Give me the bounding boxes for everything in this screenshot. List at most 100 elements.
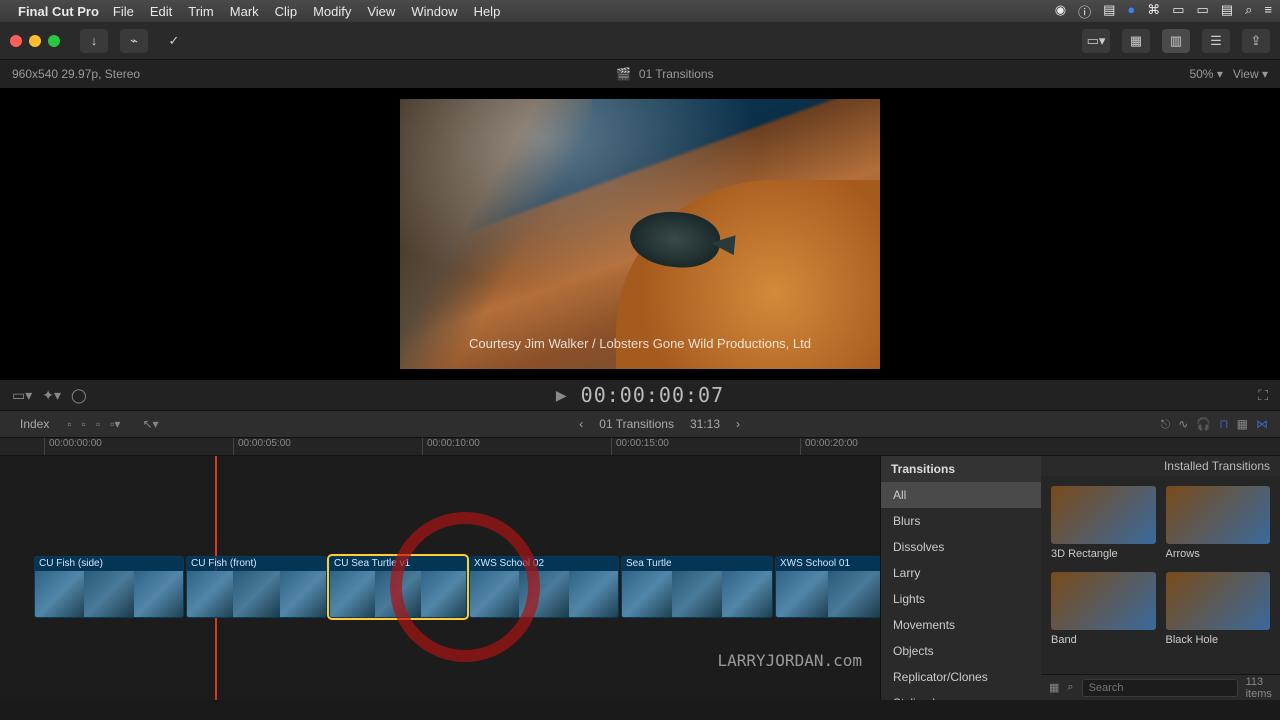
menu-mark[interactable]: Mark: [230, 4, 259, 19]
status-icon[interactable]: ▭: [1172, 2, 1184, 21]
transition-category[interactable]: All: [881, 482, 1041, 508]
transition-label: Arrows: [1166, 548, 1271, 560]
search-icon: ⌕: [1067, 681, 1073, 694]
share-button[interactable]: ⇪: [1242, 29, 1270, 53]
status-icon[interactable]: ⓘ: [1078, 2, 1091, 21]
next-edit-button[interactable]: ›: [736, 417, 740, 431]
status-icon[interactable]: ▤: [1221, 2, 1233, 21]
prev-edit-button[interactable]: ‹: [579, 417, 583, 431]
menu-help[interactable]: Help: [474, 4, 501, 19]
connect-clip-button[interactable]: ▫: [67, 417, 71, 431]
snapping-button[interactable]: ⊓: [1219, 417, 1228, 432]
status-icon[interactable]: ▭: [1197, 2, 1209, 21]
transitions-search-input[interactable]: [1082, 679, 1238, 697]
timeline-clip[interactable]: Sea Turtle: [621, 556, 773, 618]
play-button[interactable]: ▶: [556, 387, 567, 404]
view-dropdown[interactable]: View ▾: [1233, 67, 1268, 81]
transition-category[interactable]: Stylized: [881, 690, 1041, 700]
window-close-button[interactable]: [10, 35, 22, 47]
transition-category[interactable]: Replicator/Clones: [881, 664, 1041, 690]
transition-category[interactable]: Larry: [881, 560, 1041, 586]
transition-label: 3D Rectangle: [1051, 548, 1156, 560]
transition-label: Band: [1051, 634, 1156, 646]
timeline[interactable]: CU Fish (side) CU Fish (front) CU Sea Turt…: [0, 456, 880, 700]
transition-category[interactable]: Lights: [881, 586, 1041, 612]
ruler-tick: 00:00:05:00: [233, 438, 291, 455]
window-zoom-button[interactable]: [48, 35, 60, 47]
menu-modify[interactable]: Modify: [313, 4, 351, 19]
timeline-ruler[interactable]: 00:00:00:00 00:00:05:00 00:00:10:00 00:00:1…: [0, 438, 1280, 456]
timeline-project-name: 01 Transitions: [599, 417, 674, 431]
overwrite-clip-button[interactable]: ▫▾: [110, 417, 120, 431]
menu-edit[interactable]: Edit: [150, 4, 172, 19]
clip-label: CU Fish (side): [35, 557, 183, 571]
clip-label: XWS School 02: [470, 557, 618, 571]
transition-label: Black Hole: [1166, 634, 1271, 646]
transitions-header: Transitions: [881, 456, 1041, 482]
keyword-button[interactable]: ⌁: [120, 29, 148, 53]
video-caption: Courtesy Jim Walker / Lobsters Gone Wild…: [400, 336, 880, 351]
effects-browser-button[interactable]: ▦: [1237, 417, 1248, 432]
transition-item[interactable]: Black Hole: [1166, 572, 1271, 646]
skimming-button[interactable]: ⎋: [1161, 417, 1171, 432]
transition-item[interactable]: Arrows: [1166, 486, 1271, 560]
timeline-clip[interactable]: CU Fish (front): [186, 556, 327, 618]
app-name[interactable]: Final Cut Pro: [18, 4, 99, 19]
format-label: 960x540 29.97p, Stereo: [12, 67, 140, 81]
grid-view-button[interactable]: ▦: [1049, 681, 1059, 694]
transition-category[interactable]: Blurs: [881, 508, 1041, 534]
timeline-clip[interactable]: XWS School 02: [469, 556, 619, 618]
layout-button[interactable]: ▭▾: [1082, 29, 1110, 53]
status-icon[interactable]: ▤: [1103, 2, 1115, 21]
clip-label: CU Fish (front): [187, 557, 326, 571]
spotlight-icon[interactable]: ⌕: [1245, 2, 1252, 21]
menu-file[interactable]: File: [113, 4, 134, 19]
viewer-project-name: 01 Transitions: [639, 67, 714, 81]
status-icon[interactable]: ●: [1127, 2, 1135, 21]
ruler-tick: 00:00:10:00: [422, 438, 480, 455]
zoom-dropdown[interactable]: 50% ▾: [1189, 67, 1222, 81]
clip-label: CU Sea Turtle v1: [330, 557, 466, 571]
clip-label: XWS School 01: [776, 557, 880, 571]
timeline-index-button[interactable]: Index: [12, 415, 57, 433]
menu-window[interactable]: Window: [411, 4, 457, 19]
transition-category[interactable]: Dissolves: [881, 534, 1041, 560]
timeline-clip[interactable]: XWS School 01: [775, 556, 880, 618]
browser-view-button[interactable]: ▦: [1122, 29, 1150, 53]
retime-tool-dropdown[interactable]: ✦▾: [42, 387, 61, 404]
audio-skim-button[interactable]: ∿: [1178, 417, 1188, 432]
menu-extras-icon[interactable]: ≡: [1264, 2, 1272, 21]
transition-item[interactable]: 3D Rectangle: [1051, 486, 1156, 560]
status-icon[interactable]: ◉: [1055, 2, 1066, 21]
menu-view[interactable]: View: [367, 4, 395, 19]
transform-tool-dropdown[interactable]: ▭▾: [12, 387, 32, 404]
fullscreen-button[interactable]: ⛶: [1258, 387, 1268, 404]
clip-label: Sea Turtle: [622, 557, 772, 571]
viewer-canvas[interactable]: Courtesy Jim Walker / Lobsters Gone Wild…: [400, 99, 880, 369]
timeline-view-button[interactable]: ▥: [1162, 29, 1190, 53]
window-minimize-button[interactable]: [29, 35, 41, 47]
inspector-button[interactable]: ☰: [1202, 29, 1230, 53]
menu-trim[interactable]: Trim: [188, 4, 214, 19]
import-button[interactable]: ↓: [80, 29, 108, 53]
transitions-count: 113 items: [1246, 676, 1272, 700]
timeline-clip[interactable]: CU Sea Turtle v1: [329, 556, 467, 618]
insert-clip-button[interactable]: ▫: [82, 417, 86, 431]
ruler-tick: 00:00:20:00: [800, 438, 858, 455]
transition-category[interactable]: Objects: [881, 638, 1041, 664]
ruler-tick: 00:00:15:00: [611, 438, 669, 455]
background-tasks-button[interactable]: ✓: [160, 29, 188, 53]
enhance-tool-button[interactable]: ◯: [71, 387, 87, 404]
ruler-tick: 00:00:00:00: [44, 438, 102, 455]
timeline-clip[interactable]: CU Fish (side): [34, 556, 184, 618]
timecode-display[interactable]: 00:00:00:07: [581, 383, 724, 407]
append-clip-button[interactable]: ▫: [96, 417, 100, 431]
status-icon[interactable]: ⌘: [1147, 2, 1160, 21]
transition-item[interactable]: Band: [1051, 572, 1156, 646]
timeline-duration: 31:13: [690, 417, 720, 431]
solo-button[interactable]: 🎧: [1196, 417, 1211, 432]
transitions-browser-button[interactable]: ⋈: [1256, 417, 1268, 432]
menu-clip[interactable]: Clip: [275, 4, 297, 19]
select-tool-dropdown[interactable]: ↖▾: [142, 417, 158, 431]
transition-category[interactable]: Movements: [881, 612, 1041, 638]
